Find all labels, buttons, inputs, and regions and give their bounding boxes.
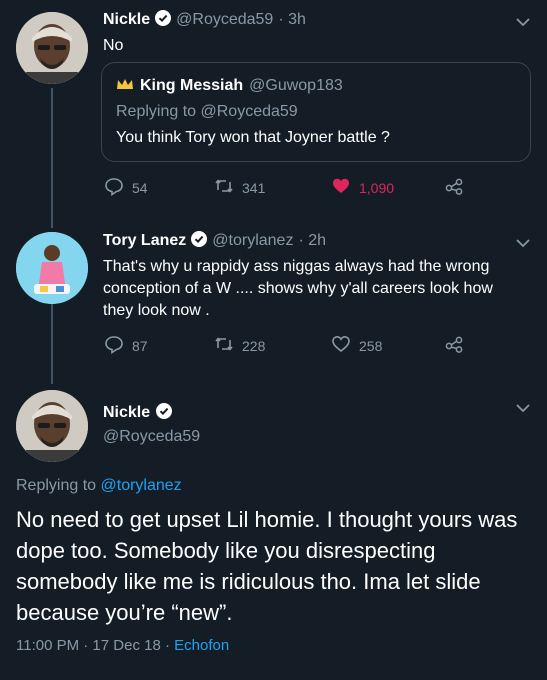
- retweet-icon: [214, 176, 234, 199]
- quote-name: King Messiah: [140, 77, 244, 94]
- tweet1-time[interactable]: · 3h: [278, 11, 306, 29]
- reply-count: 54: [132, 179, 148, 196]
- reply-icon: [104, 176, 124, 199]
- retweet-icon: [214, 334, 234, 357]
- tweet3-timestamp: 11:00 PM · 17 Dec 18 ·: [16, 637, 175, 654]
- quote-text: You think Tory won that Joyner battle ?: [116, 129, 390, 146]
- tweet2-handle[interactable]: @torylanez: [212, 232, 293, 250]
- tweet3-name[interactable]: Nickle: [103, 404, 150, 422]
- retweet-count: 341: [242, 179, 266, 196]
- crown-icon: [116, 77, 134, 95]
- like-button[interactable]: 1,090: [331, 176, 394, 199]
- reply-button[interactable]: 87: [104, 334, 148, 357]
- share-button[interactable]: [444, 176, 464, 199]
- tweet2-name[interactable]: Tory Lanez: [103, 232, 186, 250]
- tweet3-name-row: Nickle: [103, 403, 173, 422]
- thread-line-2: [51, 304, 53, 384]
- retweet-button[interactable]: 228: [214, 334, 265, 357]
- like-count: 258: [359, 337, 383, 354]
- tweet3-client[interactable]: Echofon: [174, 637, 229, 654]
- tweet3-replying-to[interactable]: @torylanez: [101, 477, 182, 494]
- tweet3-replying-prefix: Replying to: [16, 477, 97, 494]
- thread-line: [51, 88, 53, 228]
- reply-button[interactable]: 54: [104, 176, 148, 199]
- heart-filled-icon: [331, 176, 351, 199]
- quote-replying-line: Replying to @Royceda59: [116, 103, 298, 121]
- reply-icon: [104, 334, 124, 357]
- tweet1-handle[interactable]: @Royceda59: [176, 11, 273, 29]
- verified-icon: [156, 403, 173, 422]
- heart-icon: [331, 334, 351, 357]
- share-icon: [444, 176, 464, 199]
- quote-replying-to: @Royceda59: [200, 103, 298, 120]
- share-button[interactable]: [444, 334, 464, 357]
- share-icon: [444, 334, 464, 357]
- tweet3-text: No need to get upset Lil homie. I though…: [16, 507, 518, 625]
- chevron-down-icon[interactable]: [515, 400, 531, 421]
- tweet3-replying-line: Replying to @torylanez: [16, 477, 182, 495]
- tweet2-time[interactable]: · 2h: [298, 232, 326, 250]
- retweet-button[interactable]: 341: [214, 176, 265, 199]
- quoted-tweet-card[interactable]: King Messiah @Guwop183 Replying to @Royc…: [101, 62, 531, 162]
- chevron-down-icon[interactable]: [515, 235, 531, 256]
- tweet3-handle[interactable]: @Royceda59: [103, 428, 200, 446]
- quote-replying-prefix: Replying to: [116, 103, 197, 120]
- reply-count: 87: [132, 337, 148, 354]
- tweet3-meta: 11:00 PM · 17 Dec 18 · Echofon: [16, 637, 229, 654]
- verified-icon: [191, 231, 208, 250]
- tweet1-text: No: [103, 37, 124, 54]
- quote-header: King Messiah @Guwop183: [116, 77, 343, 95]
- like-button[interactable]: 258: [331, 334, 382, 357]
- avatar-nickle[interactable]: [16, 390, 88, 462]
- chevron-down-icon[interactable]: [515, 14, 531, 35]
- tweet1-name[interactable]: Nickle: [103, 11, 150, 29]
- verified-icon: [155, 10, 172, 29]
- quote-handle: @Guwop183: [249, 77, 343, 94]
- tweet2-text: That's why u rappidy ass niggas always h…: [103, 258, 493, 319]
- tweet1-header: Nickle @Royceda59 · 3h: [103, 10, 306, 29]
- avatar-tory-lanez[interactable]: [16, 232, 88, 304]
- retweet-count: 228: [242, 337, 266, 354]
- tweet2-header: Tory Lanez @torylanez · 2h: [103, 231, 326, 250]
- avatar-nickle[interactable]: [16, 12, 88, 84]
- like-count: 1,090: [359, 179, 395, 196]
